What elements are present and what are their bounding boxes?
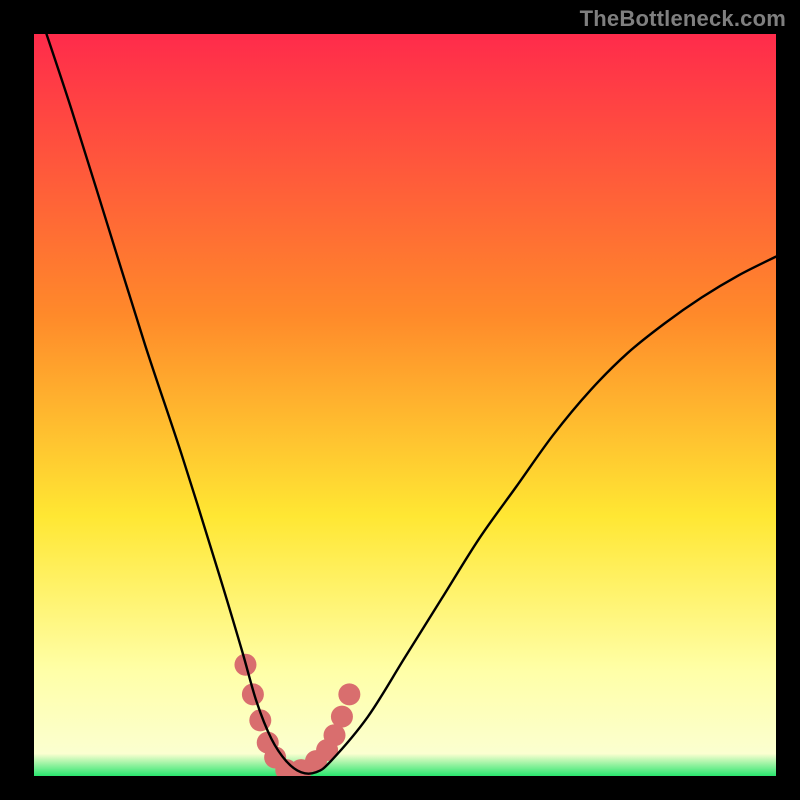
gradient-background [34,34,776,776]
chart-frame: TheBottleneck.com [0,0,800,800]
chart-svg [34,34,776,776]
plot-area [34,34,776,776]
watermark-text: TheBottleneck.com [580,6,786,32]
marker-dot [338,683,360,705]
marker-dot [331,706,353,728]
